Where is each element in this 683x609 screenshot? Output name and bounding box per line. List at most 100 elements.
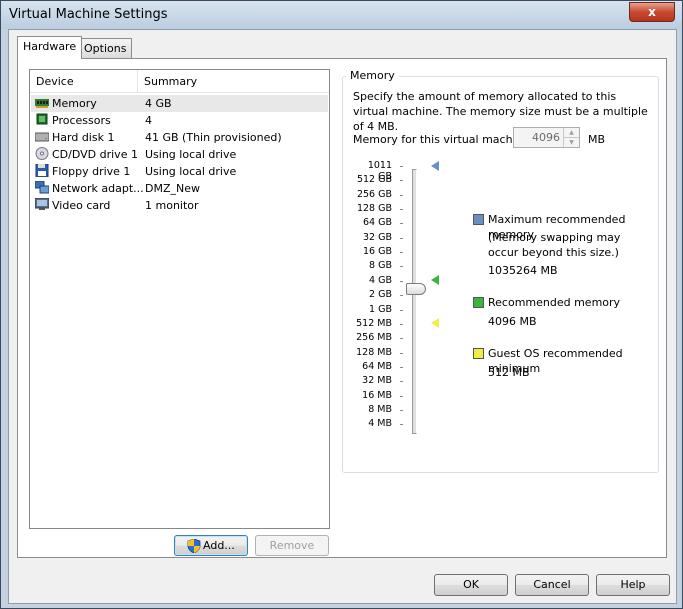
scale-tick-mark [400, 409, 403, 411]
scale-tick-label: 16 MB [362, 389, 392, 401]
window-title: Virtual Machine Settings [9, 7, 168, 22]
max-recommended-marker-icon [431, 161, 439, 171]
memory-group-label: Memory [346, 69, 399, 82]
scale-tick-label: 8 GB [369, 260, 392, 272]
title-bar[interactable]: Virtual Machine Settings x [1, 1, 682, 29]
memory-spinner[interactable]: ▲ ▼ [563, 128, 579, 147]
cancel-button[interactable]: Cancel [515, 574, 589, 596]
scale-tick-mark [400, 209, 403, 211]
memory-size-input[interactable]: 4096 ▲ ▼ [513, 127, 580, 148]
tab-hardware[interactable]: Hardware [17, 36, 83, 59]
guest-minimum-legend-icon [473, 348, 484, 359]
device-row-video-card[interactable]: Video card 1 monitor [31, 197, 328, 214]
device-name: Processors [52, 114, 111, 127]
add-button[interactable]: Add... [174, 535, 248, 556]
close-button[interactable]: x [629, 2, 675, 22]
scale-tick-mark [400, 280, 403, 282]
memory-slider-thumb[interactable] [406, 283, 426, 295]
scale-tick-label: 4 GB [369, 274, 392, 286]
device-summary: 4 GB [145, 97, 172, 110]
scale-tick-mark [400, 166, 403, 167]
device-summary: 1 monitor [145, 199, 199, 212]
hard-disk-icon [35, 132, 49, 142]
recommended-legend-icon [473, 297, 484, 308]
hardware-tab-panel: Device Summary Memory 4 GB Processors 4 … [17, 58, 667, 558]
device-summary: 4 [145, 114, 152, 127]
scale-tick-mark [400, 352, 403, 354]
guest-minimum-marker-icon [431, 318, 439, 328]
guest-minimum-value: 512 MB [488, 366, 530, 379]
max-recommended-legend-icon [473, 214, 484, 225]
memory-description: Specify the amount of memory allocated t… [353, 90, 648, 133]
scale-tick-label: 64 MB [362, 360, 392, 372]
scale-tick-label: 512 MB [356, 317, 392, 329]
cd-dvd-icon [35, 147, 49, 160]
scale-tick-mark [400, 366, 403, 368]
scale-tick-mark [400, 194, 403, 196]
device-name: Memory [52, 97, 97, 110]
virtual-machine-settings-window: Virtual Machine Settings x Hardware Opti… [0, 0, 683, 609]
device-name: CD/DVD drive 1 [52, 148, 138, 161]
tab-options[interactable]: Options [78, 38, 133, 58]
column-separator[interactable] [137, 70, 138, 92]
floppy-icon [35, 164, 49, 177]
scale-tick-mark [400, 424, 403, 426]
device-summary: 41 GB (Thin provisioned) [145, 131, 282, 144]
remove-button[interactable]: Remove [255, 535, 329, 556]
scale-tick-mark [400, 338, 403, 340]
memory-size-value: 4096 [532, 131, 560, 144]
device-row-floppy-drive-1[interactable]: Floppy drive 1 Using local drive [31, 163, 328, 180]
dialog-body: Hardware Options Device Summary Memory 4… [8, 29, 677, 604]
device-row-processors[interactable]: Processors 4 [31, 112, 328, 129]
scale-tick-mark [400, 180, 403, 182]
add-button-label: Add... [203, 539, 235, 552]
scale-tick-label: 32 GB [363, 231, 392, 243]
scale-tick-mark [400, 237, 403, 239]
recommended-value: 4096 MB [488, 315, 537, 328]
spin-down-icon[interactable]: ▼ [564, 138, 579, 147]
max-recommended-value: 1035264 MB [488, 264, 558, 277]
recommended-marker-icon [431, 275, 439, 285]
scale-tick-label: 16 GB [363, 246, 392, 258]
device-list-header: Device Summary [30, 70, 329, 93]
scale-tick-mark [400, 395, 403, 397]
summary-column-header[interactable]: Summary [144, 75, 197, 88]
device-list[interactable]: Device Summary Memory 4 GB Processors 4 … [29, 69, 330, 529]
device-summary: DMZ_New [145, 182, 200, 195]
ok-button[interactable]: OK [434, 574, 508, 596]
device-summary: Using local drive [145, 165, 237, 178]
device-row-memory[interactable]: Memory 4 GB [31, 95, 328, 112]
device-name: Floppy drive 1 [52, 165, 131, 178]
scale-tick-mark [400, 381, 403, 383]
scale-tick-mark [400, 266, 403, 268]
memory-field-label: Memory for this virtual machine: [353, 133, 534, 146]
device-row-cd-dvd-drive-1[interactable]: CD/DVD drive 1 Using local drive [31, 146, 328, 163]
max-recommended-note: (Memory swapping may occur beyond this s… [488, 231, 621, 259]
spin-up-icon[interactable]: ▲ [564, 128, 579, 138]
scale-tick-label: 128 GB [356, 203, 392, 215]
network-adapter-icon [35, 181, 49, 194]
recommended-label: Recommended memory [488, 296, 621, 309]
uac-shield-icon [187, 539, 201, 553]
memory-slider-track[interactable] [412, 169, 417, 434]
device-row-network-adapter[interactable]: Network adapt... DMZ_New [31, 180, 328, 197]
memory-unit-label: MB [588, 133, 606, 146]
help-button[interactable]: Help [596, 574, 670, 596]
video-card-icon [35, 198, 49, 210]
scale-tick-mark [400, 323, 403, 325]
scale-tick-label: 256 MB [356, 332, 392, 344]
device-summary: Using local drive [145, 148, 237, 161]
scale-tick-label: 32 MB [362, 375, 392, 387]
scale-tick-label: 512 GB [356, 174, 392, 186]
memory-icon [35, 99, 49, 108]
scale-tick-mark [400, 252, 403, 254]
scale-tick-label: 64 GB [363, 217, 392, 229]
device-name: Network adapt... [52, 182, 144, 195]
device-column-header[interactable]: Device [36, 75, 74, 88]
scale-tick-mark [400, 223, 403, 225]
scale-tick-mark [400, 309, 403, 311]
device-name: Video card [52, 199, 111, 212]
scale-tick-label: 128 MB [356, 346, 392, 358]
scale-tick-label: 256 GB [356, 188, 392, 200]
device-row-hard-disk-1[interactable]: Hard disk 1 41 GB (Thin provisioned) [31, 129, 328, 146]
